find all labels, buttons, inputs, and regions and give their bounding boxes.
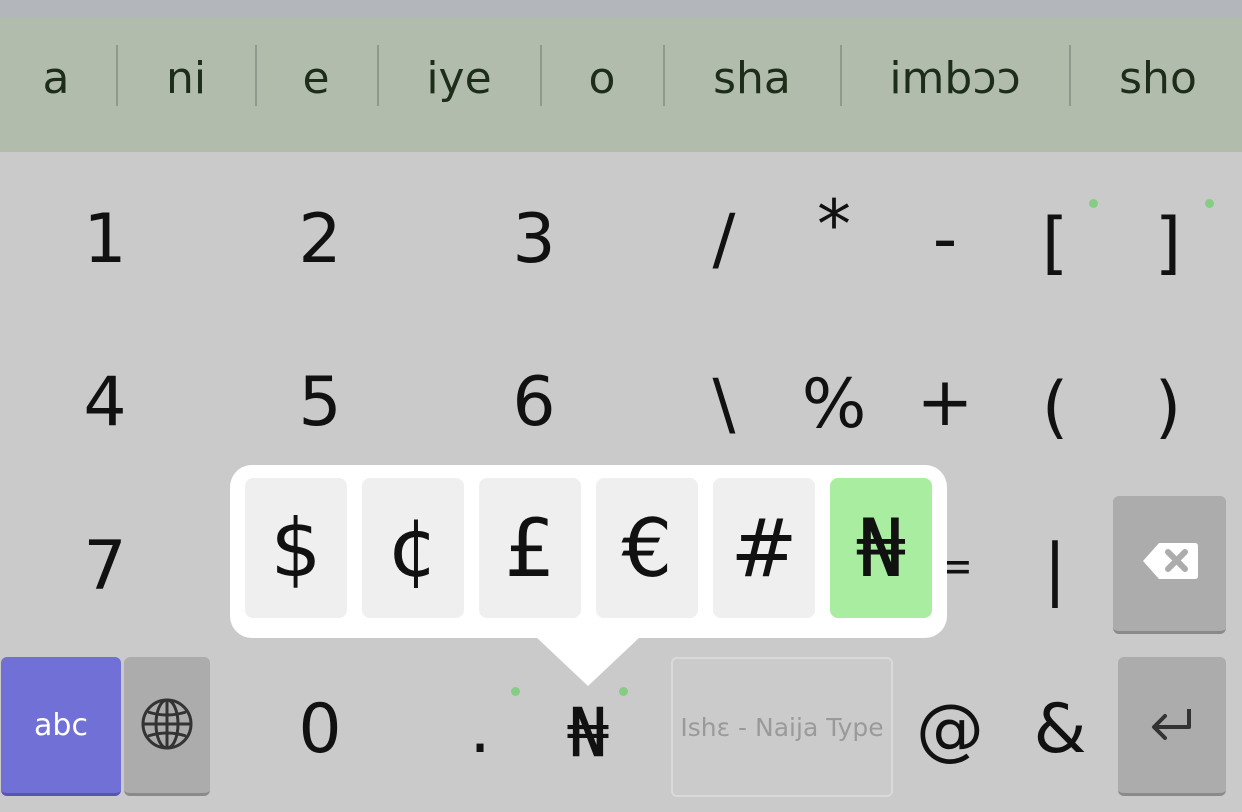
enter-key[interactable] <box>1118 657 1226 796</box>
top-strip <box>0 0 1242 17</box>
backspace-icon <box>1143 543 1198 579</box>
suggestion-7[interactable]: sho <box>1119 17 1197 152</box>
suggestion-4[interactable]: o <box>589 17 616 152</box>
key-at[interactable]: @ <box>916 696 984 764</box>
key-ampersand[interactable]: & <box>1033 696 1086 764</box>
key-4[interactable]: 4 <box>83 369 126 437</box>
popup-key-hash[interactable]: # <box>713 478 815 618</box>
globe-key[interactable] <box>124 657 210 796</box>
key-percent[interactable]: % <box>802 371 867 439</box>
suggestion-5[interactable]: sha <box>713 17 791 152</box>
popup-key-euro[interactable]: € <box>596 478 698 618</box>
popup-key-naira-selected[interactable]: ₦ <box>830 478 932 618</box>
key-2[interactable]: 2 <box>298 206 341 274</box>
key-naira[interactable]: ₦ <box>566 700 609 768</box>
key-plus[interactable]: + <box>917 369 974 437</box>
popup-pointer <box>535 636 641 686</box>
backspace-key[interactable] <box>1113 496 1226 634</box>
key-left-bracket[interactable]: [ <box>1042 210 1069 278</box>
space-bar[interactable]: Ishɛ - Naija Type <box>671 657 893 797</box>
popup-key-cent[interactable]: ¢ <box>362 478 464 618</box>
suggestion-divider <box>255 45 257 106</box>
key-left-paren[interactable]: ( <box>1042 374 1069 442</box>
globe-icon <box>141 698 193 750</box>
suggestion-divider <box>840 45 842 106</box>
key-3[interactable]: 3 <box>512 206 555 274</box>
suggestion-divider <box>540 45 542 106</box>
key-asterisk[interactable]: * <box>817 192 851 260</box>
suggestion-6[interactable]: imbɔɔ <box>889 17 1020 152</box>
key-pipe[interactable]: | <box>1044 536 1067 604</box>
abc-key[interactable]: abc <box>1 657 121 796</box>
key-5[interactable]: 5 <box>298 369 341 437</box>
popup-key-pound[interactable]: £ <box>479 478 581 618</box>
suggestion-divider <box>663 45 665 106</box>
enter-icon <box>1152 709 1191 740</box>
key-slash[interactable]: / <box>713 206 736 274</box>
suggestion-divider <box>377 45 379 106</box>
suggestion-0[interactable]: a <box>43 17 70 152</box>
key-period[interactable]: . <box>469 696 491 764</box>
long-press-indicator <box>1205 199 1214 208</box>
key-backslash[interactable]: \ <box>713 371 736 439</box>
key-minus[interactable]: - <box>933 206 958 274</box>
popup-key-dollar[interactable]: $ <box>245 478 347 618</box>
long-press-indicator <box>619 687 628 696</box>
long-press-indicator <box>1089 199 1098 208</box>
key-0[interactable]: 0 <box>298 696 341 764</box>
key-right-bracket[interactable]: ] <box>1155 210 1182 278</box>
key-7[interactable]: 7 <box>83 533 126 601</box>
long-press-indicator <box>511 687 520 696</box>
suggestion-1[interactable]: ni <box>166 17 206 152</box>
key-1[interactable]: 1 <box>83 206 126 274</box>
suggestion-divider <box>1069 45 1071 106</box>
key-right-paren[interactable]: ) <box>1155 374 1182 442</box>
suggestion-2[interactable]: e <box>302 17 329 152</box>
suggestion-3[interactable]: iye <box>426 17 491 152</box>
suggestion-divider <box>116 45 118 106</box>
key-6[interactable]: 6 <box>512 369 555 437</box>
